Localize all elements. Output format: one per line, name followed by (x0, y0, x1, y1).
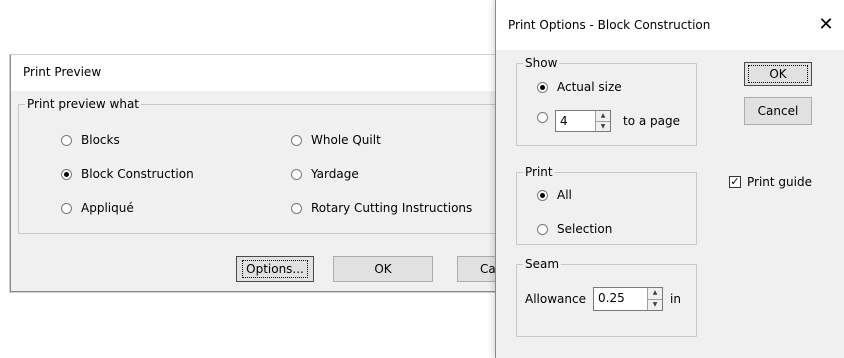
print-preview-what-group: Print preview what Blocks Block Construc… (18, 97, 508, 234)
options-cancel-button[interactable]: Cancel (744, 97, 812, 125)
print-preview-title: Print Preview (11, 55, 509, 91)
allowance-spinner-value[interactable]: 0.25 (594, 288, 647, 310)
pages-spinner-arrows[interactable]: ▲ ▼ (595, 111, 610, 131)
radio-rotary-cutting-indicator[interactable] (291, 202, 302, 214)
radio-whole-quilt-label: Whole Quilt (311, 133, 381, 147)
print-preview-what-label: Print preview what (25, 97, 142, 111)
checkmark-icon[interactable]: ✓ (729, 176, 741, 188)
radio-print-all[interactable]: All (537, 188, 572, 202)
print-guide-label: Print guide (747, 175, 812, 189)
print-options-title-text: Print Options - Block Construction (508, 18, 711, 32)
allowance-unit-label: in (670, 292, 681, 306)
radio-blocks-label: Blocks (81, 133, 120, 147)
radio-whole-quilt[interactable]: Whole Quilt (291, 133, 381, 147)
radio-actual-size-label: Actual size (557, 80, 622, 94)
radio-pages-per-page[interactable] (537, 112, 552, 123)
spin-down-icon[interactable]: ▼ (596, 122, 610, 132)
print-guide-checkbox[interactable]: ✓ Print guide (729, 175, 812, 189)
options-ok-button[interactable]: OK (744, 62, 812, 86)
options-ok-label: OK (748, 65, 808, 83)
radio-block-construction-label: Block Construction (81, 167, 194, 181)
spin-up-icon[interactable]: ▲ (596, 111, 610, 122)
radio-applique-indicator[interactable] (61, 202, 72, 214)
allowance-spinner[interactable]: 0.25 ▲ ▼ (593, 287, 663, 311)
radio-yardage-label: Yardage (311, 167, 359, 181)
radio-blocks[interactable]: Blocks (61, 133, 120, 147)
radio-applique[interactable]: Appliqué (61, 201, 134, 215)
seam-group-label: Seam (523, 257, 562, 271)
preview-ok-button[interactable]: OK (333, 256, 433, 282)
radio-print-all-label: All (557, 188, 572, 202)
radio-actual-size-indicator[interactable] (537, 81, 548, 93)
options-button[interactable]: Options... (236, 256, 314, 282)
print-options-title: Print Options - Block Construction (496, 0, 844, 50)
pages-suffix-label: to a page (623, 114, 680, 128)
spin-down-icon[interactable]: ▼ (648, 300, 662, 311)
radio-block-construction-indicator[interactable] (61, 168, 72, 180)
radio-rotary-cutting[interactable]: Rotary Cutting Instructions (291, 201, 472, 215)
pages-spinner[interactable]: 4 ▲ ▼ (555, 110, 611, 132)
show-group-label: Show (523, 56, 560, 70)
radio-print-selection-label: Selection (557, 222, 613, 236)
radio-whole-quilt-indicator[interactable] (291, 134, 302, 146)
radio-yardage[interactable]: Yardage (291, 167, 359, 181)
spin-up-icon[interactable]: ▲ (648, 288, 662, 300)
radio-actual-size[interactable]: Actual size (537, 80, 622, 94)
radio-rotary-cutting-label: Rotary Cutting Instructions (311, 201, 473, 215)
print-group: Print All Selection (516, 165, 697, 245)
print-preview-dialog: Print Preview Print preview what Blocks … (10, 55, 517, 292)
radio-print-selection[interactable]: Selection (537, 222, 612, 236)
show-group: Show Actual size 4 ▲ ▼ to a page (516, 56, 697, 146)
options-cancel-label: Cancel (757, 104, 799, 118)
seam-group: Seam Allowance 0.25 ▲ ▼ in (516, 257, 697, 337)
radio-block-construction[interactable]: Block Construction (61, 167, 194, 181)
pages-spinner-value[interactable]: 4 (556, 111, 595, 131)
print-group-label: Print (523, 165, 555, 179)
allowance-spinner-arrows[interactable]: ▲ ▼ (647, 288, 662, 310)
close-icon[interactable]: ✕ (814, 15, 838, 35)
preview-ok-label: OK (374, 262, 392, 276)
radio-blocks-indicator[interactable] (61, 134, 72, 146)
allowance-label: Allowance (525, 292, 586, 306)
radio-print-selection-indicator[interactable] (537, 223, 548, 235)
radio-print-all-indicator[interactable] (537, 189, 548, 201)
radio-applique-label: Appliqué (81, 201, 134, 215)
options-button-label: Options... (242, 260, 308, 278)
radio-yardage-indicator[interactable] (291, 168, 302, 180)
radio-pages-indicator[interactable] (537, 112, 548, 123)
print-options-dialog: Print Options - Block Construction ✕ Sho… (495, 0, 844, 358)
